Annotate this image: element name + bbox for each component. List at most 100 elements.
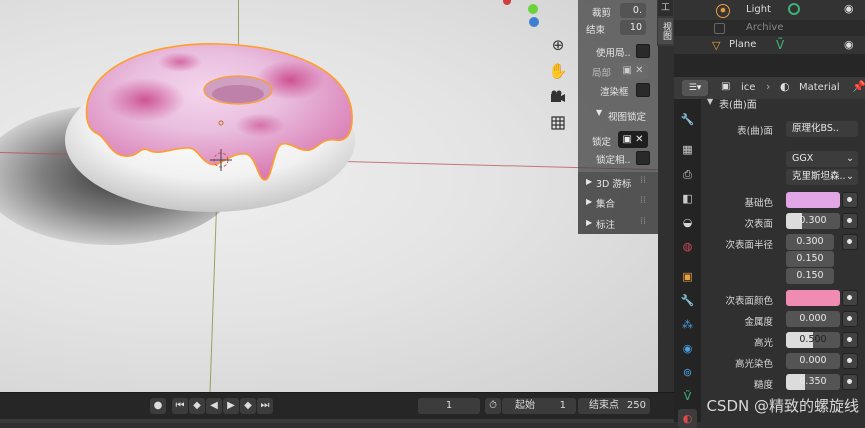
view-layer-icon[interactable]: ◧ — [678, 189, 697, 208]
gizmo-y-axis[interactable] — [528, 4, 538, 14]
subsurface-radius-z[interactable]: 0.150 — [786, 268, 834, 284]
timeline: ● ⏮ ◆ ◀ ▶ ◆ ⏭ 1 ⏱ 起始 1 结束点 250 — [0, 392, 674, 423]
section-label: 标注 — [596, 220, 616, 231]
local-camera-picker[interactable]: ▣ ✕ — [618, 63, 648, 79]
view-lock-title: 视图锁定 — [608, 112, 647, 123]
outliner-row[interactable]: ✹ Light ◉ — [674, 0, 865, 20]
visibility-eye-icon[interactable]: ◉ — [844, 2, 854, 15]
specular-socket[interactable] — [842, 332, 858, 348]
drag-handle-icon[interactable]: ⁞⁞ — [640, 195, 646, 206]
subsurface-method-value: 克里斯坦森.. — [792, 171, 846, 182]
lock-to-object-label: 锁定 — [592, 137, 612, 148]
end-frame-label: 结束点 — [589, 400, 619, 411]
subsurface-radius-x[interactable]: 0.300 — [786, 234, 834, 250]
end-frame-field[interactable]: 结束点 250 — [578, 398, 650, 414]
pin-icon[interactable]: 📌 — [852, 80, 865, 93]
jump-start-icon[interactable]: ⏮ — [172, 398, 188, 414]
lock-object-picker[interactable]: ▣ ✕ — [618, 131, 648, 148]
record-icon[interactable]: ● — [150, 398, 166, 414]
constraints-icon[interactable]: ⊚ — [678, 363, 697, 382]
breadcrumb-object[interactable]: ice — [741, 82, 755, 93]
output-icon[interactable]: ⎙ — [678, 165, 697, 184]
properties-header: ☰▾ ▣ ice › ◐ Material 📌 — [674, 77, 865, 99]
light-data-icon[interactable] — [788, 3, 800, 15]
outliner-row[interactable]: Archive — [674, 20, 865, 36]
scene-icon[interactable]: ◒ — [678, 213, 697, 232]
distribution-dropdown[interactable]: GGX ⌄ — [786, 151, 858, 167]
start-frame-label: 起始 — [515, 400, 535, 411]
particles-icon[interactable]: ⁂ — [678, 315, 697, 334]
subsurface-radius-y[interactable]: 0.150 — [786, 251, 834, 267]
editor-type-menu[interactable]: ☰▾ — [682, 80, 708, 96]
physics-icon[interactable]: ◉ — [678, 339, 697, 358]
drag-handle-icon[interactable]: ⁞⁞ — [640, 216, 646, 227]
base-color-socket[interactable] — [842, 192, 858, 208]
breadcrumb-material[interactable]: Material — [799, 82, 840, 93]
play-icon[interactable]: ▶ — [223, 398, 239, 414]
tab-tool[interactable]: 工 — [658, 0, 673, 16]
checkbox-icon[interactable] — [714, 23, 725, 34]
metallic-slider[interactable]: 0.000 — [786, 311, 840, 327]
current-frame-field[interactable]: 1 — [418, 398, 480, 414]
clip-start-label: 裁剪 — [592, 8, 612, 19]
clip-start-field[interactable]: 0. — [620, 3, 646, 18]
render-icon[interactable]: ▦ — [678, 140, 697, 159]
metallic-socket[interactable] — [842, 311, 858, 327]
stopwatch-icon[interactable]: ⏱ — [485, 398, 501, 414]
subsurface-slider[interactable]: 0.300 — [786, 213, 840, 229]
gizmo-z-axis[interactable] — [529, 17, 539, 27]
render-region-checkbox[interactable] — [636, 83, 650, 97]
world-icon[interactable]: ◍ — [678, 237, 697, 256]
clip-end-label: 结束 — [586, 25, 606, 36]
donut-model[interactable] — [60, 30, 380, 230]
subsurface-label: 次表面 — [744, 219, 773, 230]
jump-end-icon[interactable]: ⏭ — [257, 398, 273, 414]
collapse-arrow-icon: ▼ — [596, 108, 603, 117]
object-icon[interactable]: ▣ — [678, 267, 697, 286]
start-frame-field[interactable]: 起始 1 — [502, 398, 576, 414]
timeline-scrub-strip[interactable] — [0, 419, 674, 423]
material-icon[interactable]: ◐ — [678, 409, 697, 428]
tool-icon[interactable]: 🔧 — [678, 110, 697, 129]
outliner-item-label: Archive — [746, 22, 784, 33]
gizmo-x-axis[interactable] — [503, 0, 511, 5]
outliner-row[interactable]: ▽ Plane Ṽ ◉ — [674, 36, 865, 54]
prev-keyframe-icon[interactable]: ◆ — [189, 398, 205, 414]
modifier-wrench-icon[interactable]: 🔧 — [678, 291, 697, 310]
section-annotations[interactable]: ▶ 标注 ⁞⁞ — [578, 215, 658, 233]
mesh-data-icon[interactable]: Ṽ — [776, 38, 784, 52]
subsurface-color-socket[interactable] — [842, 290, 858, 306]
specular-tint-slider[interactable]: 0.000 — [786, 353, 840, 369]
roughness-slider[interactable]: 0.350 — [786, 374, 840, 390]
outliner: ✹ Light ◉ Archive ▽ Plane Ṽ ◉ — [674, 0, 865, 54]
3d-viewport[interactable]: ⊕ ✋ 裁剪 0. 结束 10 使用局.. 局部 ▣ ✕ 渲染框 ▼ 视图锁定 — [0, 0, 658, 392]
base-color-swatch[interactable] — [786, 192, 840, 208]
visibility-eye-icon[interactable]: ◉ — [844, 38, 854, 51]
specular-slider[interactable]: 0.500 — [786, 332, 840, 348]
tab-view[interactable]: 视图 — [658, 18, 673, 44]
render-region-label: 渲染框 — [600, 87, 629, 98]
clip-end-field[interactable]: 10 — [620, 20, 646, 35]
play-reverse-icon[interactable]: ◀ — [206, 398, 222, 414]
camera-icon[interactable] — [547, 86, 569, 108]
grid-icon[interactable] — [547, 112, 569, 134]
specular-tint-socket[interactable] — [842, 353, 858, 369]
section-3d-cursor[interactable]: ▶ 3D 游标 ⁞⁞ — [578, 174, 658, 192]
subsurface-color-swatch[interactable] — [786, 290, 840, 306]
use-local-checkbox[interactable] — [636, 44, 650, 58]
view-lock-header[interactable]: ▼ 视图锁定 — [578, 107, 658, 125]
zoom-icon[interactable]: ⊕ — [547, 34, 569, 56]
surface-shader-selector[interactable]: 原理化BS.. — [786, 121, 858, 137]
subsurface-radius-socket[interactable] — [842, 234, 858, 250]
collapse-arrow-icon[interactable]: ▼ — [707, 97, 713, 106]
object-data-icon[interactable]: Ṽ — [678, 387, 697, 406]
lock-camera-checkbox[interactable] — [636, 151, 650, 165]
roughness-socket[interactable] — [842, 374, 858, 390]
subsurface-socket[interactable] — [842, 213, 858, 229]
drag-handle-icon[interactable]: ⁞⁞ — [640, 175, 646, 186]
mesh-icon: ▽ — [712, 39, 721, 52]
next-keyframe-icon[interactable]: ◆ — [240, 398, 256, 414]
pan-hand-icon[interactable]: ✋ — [547, 60, 569, 82]
section-collections[interactable]: ▶ 集合 ⁞⁞ — [578, 194, 658, 212]
subsurface-method-dropdown[interactable]: 克里斯坦森.. ⌄ — [786, 169, 858, 185]
